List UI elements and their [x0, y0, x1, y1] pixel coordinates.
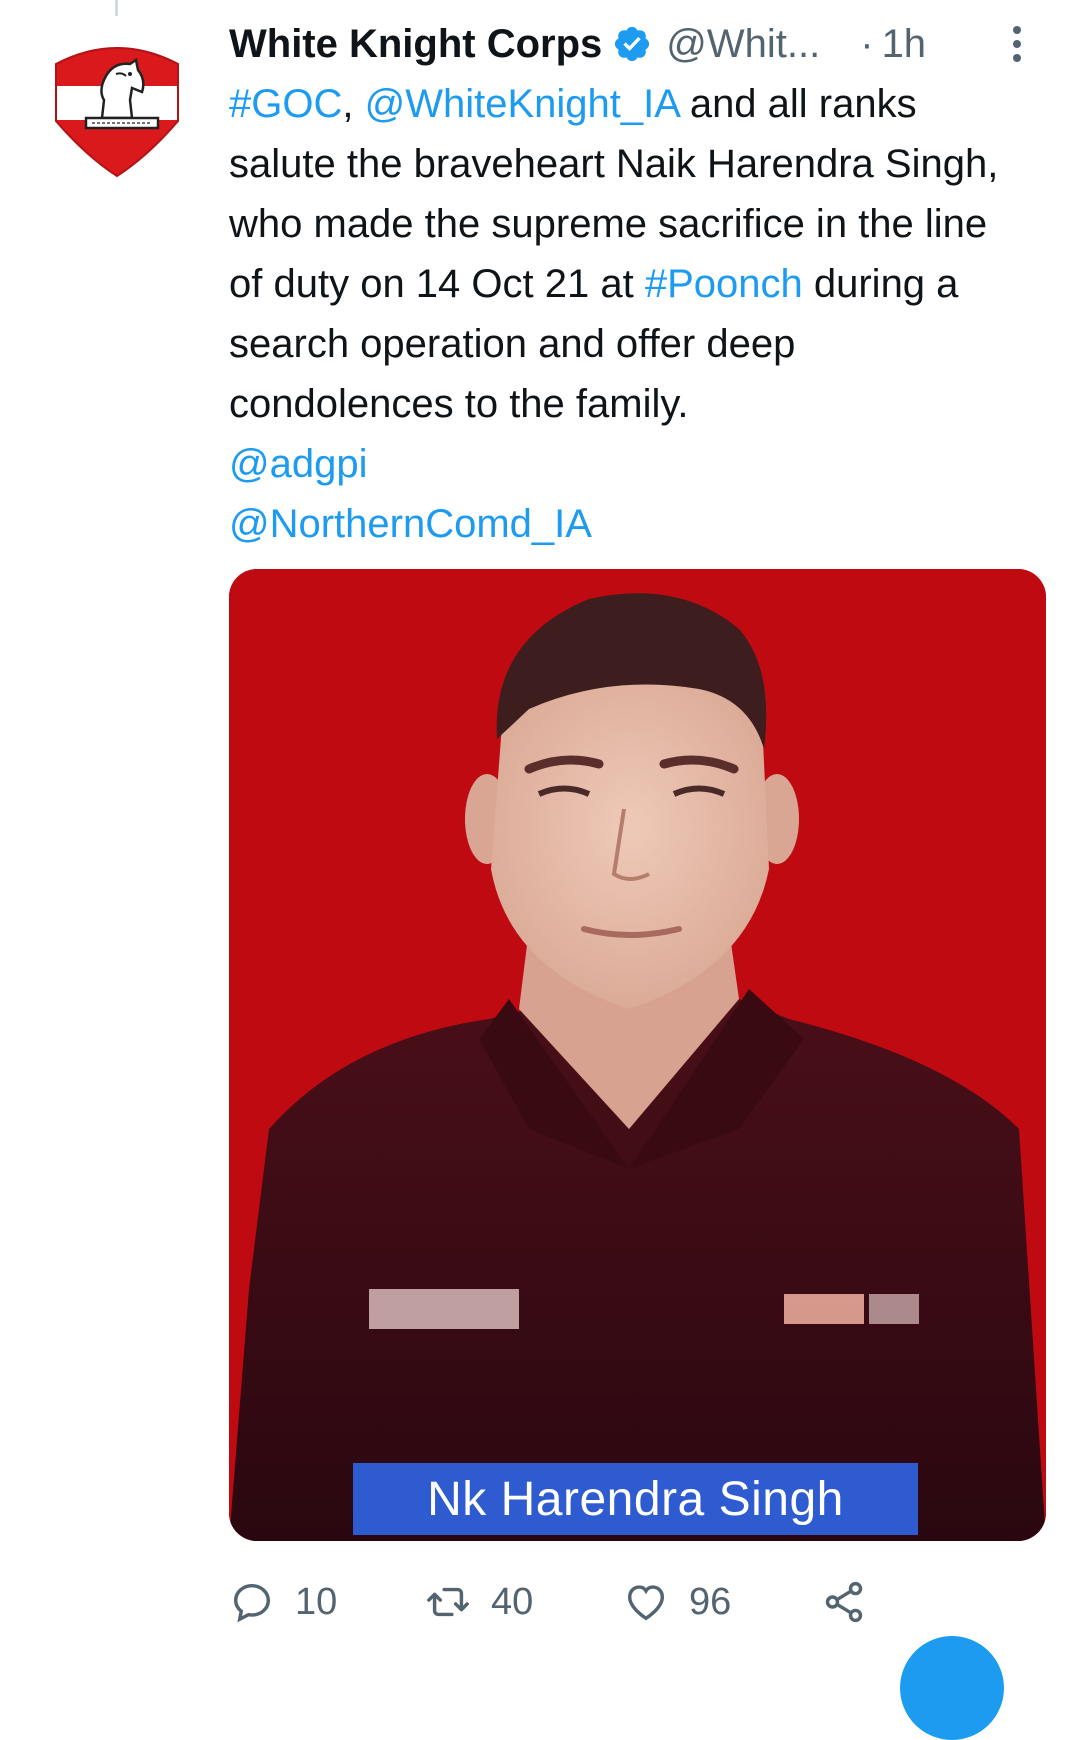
timestamp[interactable]: 1h — [882, 22, 927, 67]
tweet-header: White Knight Corps @Whit... · 1h — [229, 14, 1029, 74]
retweet-icon — [427, 1587, 469, 1617]
share-button[interactable] — [821, 1572, 867, 1632]
tweet-text: #GOC, @WhiteKnight_IA and all ranks salu… — [229, 74, 1029, 554]
share-icon — [825, 1581, 863, 1623]
tweet-image[interactable]: Nk Harendra Singh — [229, 569, 1046, 1541]
image-caption: Nk Harendra Singh — [427, 1472, 844, 1526]
more-vertical-icon[interactable] — [1005, 22, 1029, 66]
author-name[interactable]: White Knight Corps — [229, 22, 602, 67]
mention-link[interactable]: @adgpi — [229, 434, 1029, 494]
header-separator: · — [860, 21, 874, 66]
soldier-portrait — [229, 569, 1046, 1541]
reply-icon — [233, 1583, 271, 1623]
hashtag-link[interactable]: #Poonch — [645, 262, 803, 306]
heart-icon — [627, 1585, 665, 1621]
thread-connector-line — [115, 0, 118, 16]
compose-button[interactable] — [900, 1636, 1004, 1740]
verified-badge-icon — [615, 26, 650, 62]
avatar[interactable] — [36, 26, 198, 188]
mention-link[interactable]: @WhiteKnight_IA — [365, 82, 679, 126]
tweet-text-segment: , — [342, 82, 365, 126]
reply-count: 10 — [295, 1580, 338, 1623]
retweet-button[interactable]: 40 — [425, 1572, 533, 1632]
retweet-count: 40 — [491, 1580, 534, 1623]
reply-button[interactable]: 10 — [229, 1572, 337, 1632]
tweet-actions: 10 40 96 — [229, 1572, 1029, 1632]
author-handle[interactable]: @Whit... — [666, 22, 820, 67]
hashtag-link[interactable]: #GOC — [229, 82, 342, 126]
mention-link[interactable]: @NorthernComd_IA — [229, 494, 1029, 554]
white-knight-corps-logo — [55, 47, 179, 178]
image-caption-box: Nk Harendra Singh — [353, 1463, 918, 1535]
like-button[interactable]: 96 — [623, 1572, 731, 1632]
like-count: 96 — [689, 1580, 732, 1623]
